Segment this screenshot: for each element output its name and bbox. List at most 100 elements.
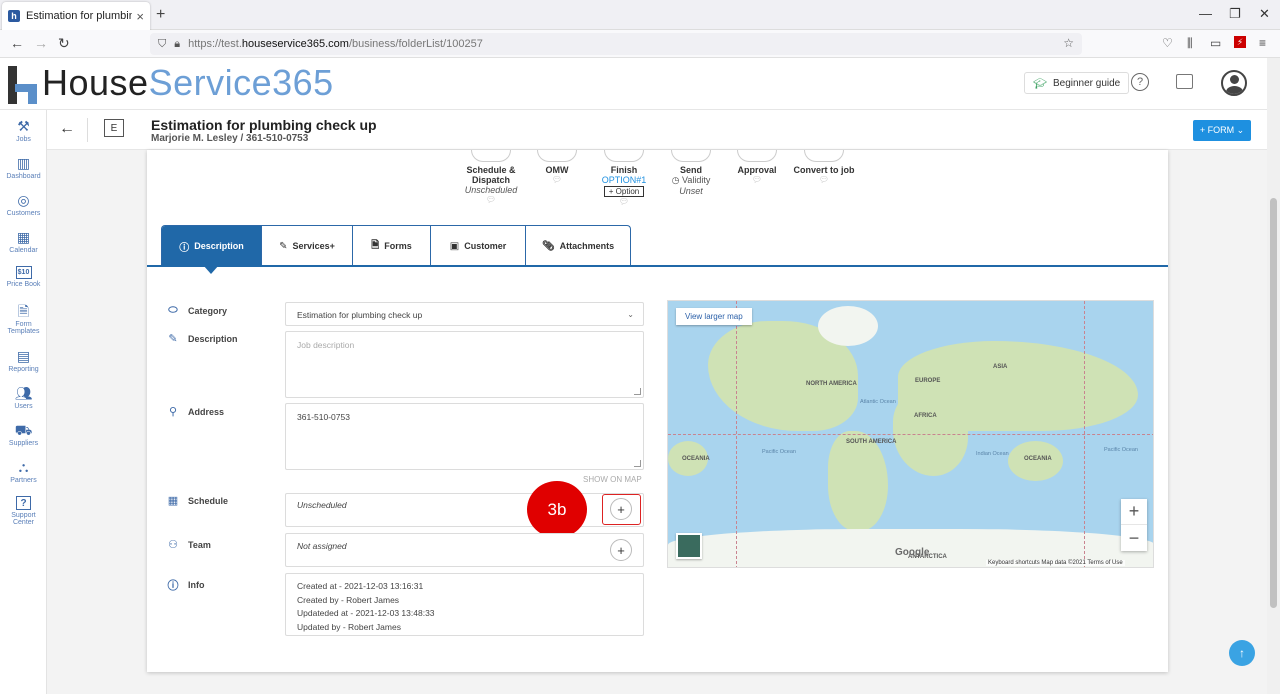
page-scrollbar[interactable] — [1267, 58, 1280, 694]
add-team-button[interactable]: + — [610, 539, 632, 561]
sidebar-item-form-templates[interactable]: 🗎︎ Form Templates — [0, 303, 47, 335]
step-approval[interactable]: Approval 💬︎ — [734, 150, 780, 184]
sidebar-item-suppliers[interactable]: ⛟ Suppliers — [0, 422, 47, 447]
sidebar-item-customers[interactable]: ◎ Customers — [0, 192, 47, 217]
step-send[interactable]: Send ◷ Validity Unset — [664, 150, 718, 196]
close-tab-icon[interactable]: × — [136, 9, 144, 24]
sidebar-item-calendar[interactable]: ▦ Calendar — [0, 229, 47, 254]
satellite-toggle-button[interactable] — [676, 533, 702, 559]
step-label-2: Dispatch — [471, 175, 510, 185]
lock-icon: 🔒︎ — [174, 37, 181, 50]
help-icon[interactable]: ? — [1131, 73, 1149, 91]
address-textarea[interactable]: 361-510-0753 — [285, 403, 644, 470]
shield-icon: ⛉ — [158, 37, 167, 50]
step-omw[interactable]: OMW 💬︎ — [537, 150, 577, 184]
extension-icon[interactable]: ⚡ — [1234, 36, 1246, 48]
map-label-oceania-east: OCEANIA — [1024, 456, 1052, 462]
info-box: Created at - 2021-12-03 13:16:31 Created… — [285, 573, 644, 636]
user-avatar-icon[interactable] — [1221, 70, 1247, 96]
resize-handle-icon[interactable] — [634, 460, 641, 467]
sidebar-item-partners[interactable]: ⛬ Partners — [0, 459, 47, 484]
map-footer[interactable]: Keyboard shortcuts Map data ©2021 Terms … — [986, 560, 1125, 566]
sidebar-item-reporting[interactable]: ▤ Reporting — [0, 348, 47, 373]
team-value: Not assigned — [297, 541, 347, 551]
back-icon[interactable]: ← — [10, 35, 24, 51]
menu-icon[interactable]: ≡ — [1259, 36, 1266, 50]
team-field: Not assigned — [285, 533, 644, 567]
url-bar[interactable]: ⛉ 🔒︎ https://test. houseservice365.com/bu… — [150, 33, 1082, 55]
tab-services[interactable]: ✎ Services+ — [262, 226, 353, 265]
add-form-button[interactable]: + FORM ⌄ — [1193, 120, 1251, 141]
comment-icon[interactable]: 💬︎ — [793, 175, 855, 184]
comment-icon[interactable]: 💬︎ — [462, 195, 520, 204]
form-icon: 🗎︎ — [17, 303, 30, 319]
browser-tab-title: Estimation for plumbing check — [26, 10, 133, 22]
step-option[interactable]: OPTION#1 — [598, 175, 650, 185]
comment-icon[interactable]: 💬︎ — [537, 175, 577, 184]
map-ice-greenland — [818, 306, 878, 346]
tools-icon: ⚒ — [17, 118, 30, 134]
minimize-icon[interactable]: — — [1199, 6, 1212, 21]
map-label-pacific-west: Pacific Ocean — [762, 449, 796, 455]
library-icon[interactable]: ⫼ — [1187, 36, 1193, 51]
zoom-in-button[interactable]: + — [1121, 499, 1147, 525]
sidebar-item-label: Partners — [10, 477, 37, 484]
id-card-icon: ▣ — [449, 240, 460, 252]
step-validity: Validity — [682, 175, 711, 185]
scroll-to-top-button[interactable]: ↑ — [1229, 640, 1255, 666]
calendar-icon: ▦ — [167, 495, 179, 507]
world-map[interactable]: NORTH AMERICA EUROPE ASIA AFRICA SOUTH A… — [667, 300, 1154, 568]
beginner-guide-button[interactable]: 🎓︎ Beginner guide — [1024, 72, 1130, 94]
step-status: Unscheduled — [464, 185, 518, 195]
restore-icon[interactable]: ❐ — [1229, 6, 1241, 22]
schedule-value: Unscheduled — [297, 500, 347, 510]
tab-description[interactable]: ⓘ Description — [162, 226, 262, 265]
sidebar-item-dashboard[interactable]: ▥ Dashboard — [0, 155, 47, 180]
comment-icon[interactable]: 💬︎ — [598, 197, 650, 206]
resize-handle-icon[interactable] — [634, 388, 641, 395]
sidebar-item-support-center[interactable]: ? Support Center — [0, 496, 47, 526]
map-land-south-america — [828, 431, 888, 531]
new-tab-icon[interactable]: + — [156, 6, 165, 24]
sidebar-item-price-book[interactable]: $10 Price Book — [0, 266, 47, 288]
step-circle — [537, 150, 577, 162]
folder-icon[interactable] — [1176, 74, 1193, 89]
browser-tab[interactable]: h Estimation for plumbing check × — [2, 2, 150, 30]
arrow-left-icon[interactable]: ← — [59, 120, 75, 138]
zoom-out-button[interactable]: − — [1121, 525, 1147, 551]
estimate-badge: E — [104, 119, 124, 137]
add-option-button[interactable]: + Option — [603, 186, 645, 197]
tab-customer[interactable]: ▣ Customer — [431, 226, 526, 265]
url-path: /business/folderList/100257 — [348, 38, 483, 50]
sidebar-item-users[interactable]: 👥︎ Users — [0, 385, 47, 410]
paperclip-icon: 📎︎ — [541, 240, 555, 252]
address-value: 361-510-0753 — [297, 412, 350, 422]
description-textarea[interactable]: Job description — [285, 331, 644, 398]
google-logo: Google — [895, 547, 930, 558]
document-icon: 🗎︎ — [371, 239, 380, 251]
tab-label: Attachments — [559, 241, 615, 251]
team-label-text: Team — [188, 539, 211, 550]
close-window-icon[interactable]: ✕ — [1259, 6, 1270, 22]
step-finish[interactable]: Finish OPTION#1 + Option 💬︎ — [598, 150, 650, 206]
show-on-map-link[interactable]: SHOW ON MAP — [583, 475, 642, 484]
step-schedule-dispatch[interactable]: Schedule & Dispatch Unscheduled 💬︎ — [462, 150, 520, 204]
price-icon: $10 — [15, 266, 32, 279]
category-select[interactable]: Estimation for plumbing check up ⌄ — [285, 302, 644, 326]
reload-icon[interactable]: ↻ — [58, 35, 70, 52]
map-pin-icon: ⚲ — [168, 406, 178, 418]
step-label: Approval — [737, 165, 777, 175]
sidebar-icon[interactable]: ▭ — [1210, 36, 1221, 50]
pocket-icon[interactable]: ♡ — [1162, 36, 1173, 50]
info-icon: ⓘ — [179, 242, 190, 254]
brand-logo[interactable]: House Service365 — [6, 62, 334, 104]
bookmark-star-icon[interactable]: ☆ — [1063, 36, 1074, 50]
tab-forms[interactable]: 🗎︎ Forms — [353, 226, 431, 265]
step-convert-to-job[interactable]: Convert to job 💬︎ — [793, 150, 855, 184]
forward-icon[interactable]: → — [34, 35, 48, 51]
sidebar-item-jobs[interactable]: ⚒ Jobs — [0, 118, 47, 143]
view-larger-map-link[interactable]: View larger map — [676, 308, 752, 325]
scrollbar-thumb[interactable] — [1270, 198, 1277, 608]
tab-attachments[interactable]: 📎︎ Attachments — [526, 226, 630, 265]
comment-icon[interactable]: 💬︎ — [734, 175, 780, 184]
